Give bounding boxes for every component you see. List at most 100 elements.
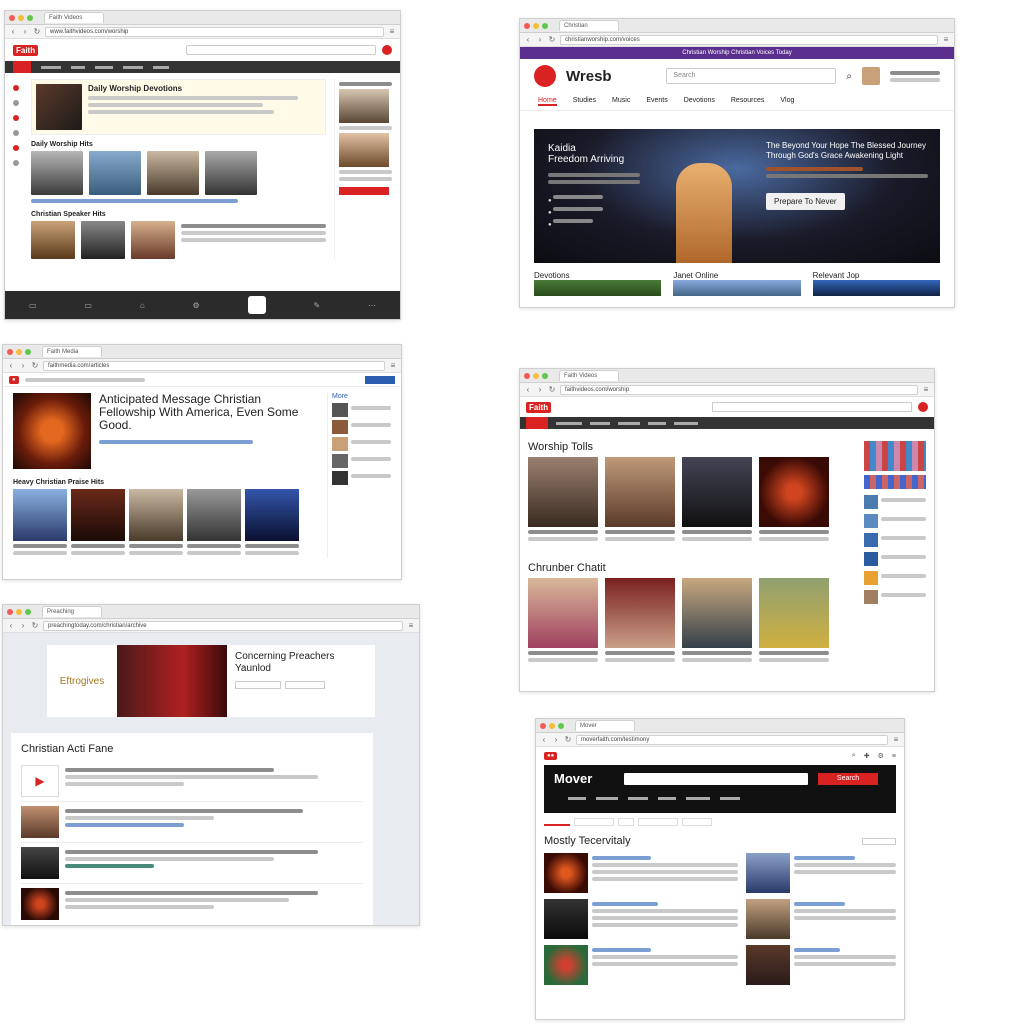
- forward-icon[interactable]: ›: [19, 361, 27, 370]
- back-icon[interactable]: ‹: [524, 385, 532, 394]
- feature-card[interactable]: Daily Worship Devotions: [31, 79, 326, 135]
- back-icon[interactable]: ‹: [9, 27, 17, 36]
- menu-icon[interactable]: ≡: [922, 385, 930, 394]
- filter-tab[interactable]: [638, 818, 678, 826]
- minimize-dot[interactable]: [549, 722, 555, 729]
- browser-tab[interactable]: Faith Media: [42, 346, 102, 357]
- maximize-dot[interactable]: [542, 22, 548, 29]
- maximize-dot[interactable]: [25, 348, 31, 355]
- browser-tab[interactable]: Christian: [559, 20, 619, 31]
- close-dot[interactable]: [524, 372, 530, 379]
- url-field[interactable]: www.faithvideos.com/worship: [45, 26, 384, 37]
- list-thumbnail[interactable]: [21, 847, 59, 879]
- url-field[interactable]: christianworship.com/voices: [560, 34, 938, 45]
- video-thumbnail[interactable]: [759, 578, 829, 648]
- reload-icon[interactable]: ↻: [548, 35, 556, 44]
- reload-icon[interactable]: ↻: [31, 621, 39, 630]
- close-dot[interactable]: [7, 608, 13, 615]
- site-logo-icon[interactable]: ●: [9, 375, 19, 384]
- sidebar-thumbnail[interactable]: [339, 133, 389, 167]
- back-icon[interactable]: ‹: [7, 621, 15, 630]
- secondary-button[interactable]: [235, 681, 281, 689]
- feature-title[interactable]: Daily Worship Devotions: [88, 84, 321, 93]
- reload-icon[interactable]: ↻: [548, 385, 556, 394]
- list-item[interactable]: [21, 843, 363, 884]
- nav-item-resources[interactable]: Resources: [731, 97, 764, 106]
- hero-banner[interactable]: Kaidia Freedom Arriving ● ● ● The Beyond…: [534, 129, 940, 263]
- reload-icon[interactable]: ↻: [564, 735, 572, 744]
- video-thumbnail[interactable]: [605, 578, 675, 648]
- minimize-dot[interactable]: [16, 348, 22, 355]
- list-item[interactable]: [746, 853, 896, 893]
- play-icon[interactable]: ▶: [21, 765, 59, 797]
- feature-thumbnail[interactable]: [36, 84, 82, 130]
- avatar[interactable]: [862, 67, 880, 85]
- hero-card[interactable]: Eftrogives Concerning Preachers Yaunlod: [47, 645, 375, 717]
- article-image[interactable]: [13, 393, 91, 469]
- maximize-dot[interactable]: [542, 372, 548, 379]
- maximize-dot[interactable]: [558, 722, 564, 729]
- list-thumbnail[interactable]: [21, 806, 59, 838]
- sidebar-thumbnail[interactable]: [339, 89, 389, 123]
- avatar[interactable]: [918, 402, 928, 412]
- menu-icon[interactable]: ≡: [407, 621, 415, 630]
- list-item[interactable]: [544, 899, 739, 939]
- nav-item-vlog[interactable]: Vlog: [780, 97, 794, 106]
- signin-button[interactable]: [365, 375, 395, 384]
- video-thumbnail[interactable]: [245, 489, 299, 541]
- video-thumbnail[interactable]: [147, 151, 199, 195]
- nav-item-studies[interactable]: Studies: [573, 97, 596, 106]
- browser-tab[interactable]: Preaching: [42, 606, 102, 617]
- filter-tab[interactable]: [574, 818, 614, 826]
- card[interactable]: Relevant Jop: [812, 271, 940, 296]
- menu-icon[interactable]: ≡: [388, 27, 396, 36]
- site-logo[interactable]: Wresb: [566, 68, 612, 85]
- close-dot[interactable]: [524, 22, 530, 29]
- reload-icon[interactable]: ↻: [31, 361, 39, 370]
- minimize-dot[interactable]: [16, 608, 22, 615]
- search-input[interactable]: [186, 45, 376, 55]
- video-thumbnail[interactable]: [528, 578, 598, 648]
- search-input[interactable]: [712, 402, 912, 412]
- site-logo-small[interactable]: ●●: [544, 752, 558, 760]
- secondary-button[interactable]: [285, 681, 325, 689]
- video-thumbnail[interactable]: [31, 151, 83, 195]
- promo-banner[interactable]: Christian Worship Christian Voices Today: [520, 47, 954, 59]
- list-item[interactable]: ▶: [21, 761, 363, 802]
- nav-item-devotions[interactable]: Devotions: [684, 97, 715, 106]
- nav-item-home[interactable]: Home: [538, 97, 557, 106]
- avatar[interactable]: [382, 45, 392, 55]
- back-icon[interactable]: ‹: [7, 361, 15, 370]
- video-thumbnail[interactable]: [131, 221, 175, 259]
- card[interactable]: Devotions: [534, 271, 662, 296]
- minimize-dot[interactable]: [18, 14, 24, 21]
- search-button[interactable]: Search: [818, 773, 878, 785]
- video-thumbnail[interactable]: [129, 489, 183, 541]
- forward-icon[interactable]: ›: [536, 35, 544, 44]
- article-headline[interactable]: Anticipated Message Christian Fellowship…: [99, 393, 319, 432]
- card[interactable]: Janet Online: [673, 271, 801, 296]
- site-logo[interactable]: Faith: [526, 401, 552, 413]
- search-input[interactable]: Search: [666, 68, 837, 84]
- video-thumbnail[interactable]: [528, 457, 598, 527]
- search-input[interactable]: [624, 773, 808, 785]
- list-item[interactable]: [21, 884, 363, 924]
- close-dot[interactable]: [9, 14, 15, 21]
- close-dot[interactable]: [540, 722, 546, 729]
- url-field[interactable]: faithvideos.com/worship: [560, 384, 918, 395]
- video-thumbnail[interactable]: [682, 457, 752, 527]
- forward-icon[interactable]: ›: [19, 621, 27, 630]
- sidebar-button[interactable]: [339, 187, 389, 195]
- back-icon[interactable]: ‹: [540, 735, 548, 744]
- browser-tab[interactable]: Faith Videos: [559, 370, 619, 381]
- video-thumbnail[interactable]: [71, 489, 125, 541]
- video-thumbnail[interactable]: [89, 151, 141, 195]
- sidebar-color-grid[interactable]: [864, 441, 926, 471]
- menu-icon[interactable]: ≡: [892, 735, 900, 744]
- hero-cta-button[interactable]: Prepare To Never: [766, 193, 845, 210]
- close-dot[interactable]: [7, 348, 13, 355]
- logo-icon[interactable]: [534, 65, 556, 87]
- nav-item-events[interactable]: Events: [646, 97, 667, 106]
- filter-tab[interactable]: [618, 818, 634, 826]
- reload-icon[interactable]: ↻: [33, 27, 41, 36]
